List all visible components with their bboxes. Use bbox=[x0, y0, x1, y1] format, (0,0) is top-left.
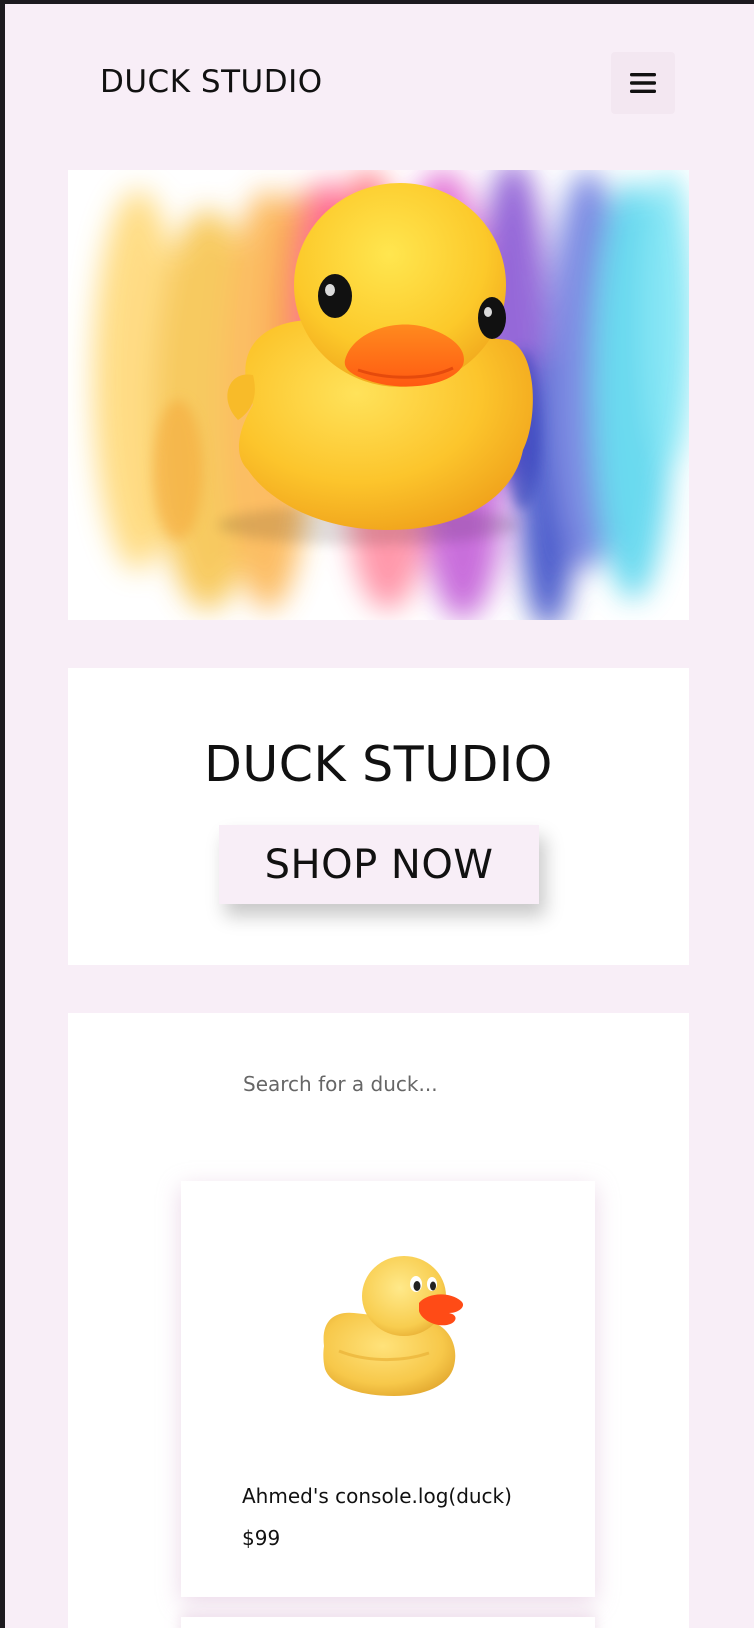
banner-card: DUCK STUDIO SHOP NOW bbox=[68, 668, 689, 965]
products-section: Ahmed's console.log(duck) $99 bbox=[68, 1013, 689, 1628]
rubber-duck-product-image bbox=[323, 1256, 464, 1396]
hero-duck-image bbox=[68, 170, 689, 620]
search-input[interactable] bbox=[243, 1063, 543, 1105]
product-price: $99 bbox=[242, 1526, 281, 1550]
hero-image-card bbox=[68, 170, 689, 620]
app-viewport: DUCK STUDIO DUCK STUDIO SHOP NOW Search … bbox=[5, 4, 754, 1628]
hamburger-menu-icon bbox=[630, 73, 656, 93]
shop-now-button[interactable]: SHOP NOW bbox=[219, 825, 539, 904]
product-card[interactable] bbox=[181, 1617, 595, 1628]
product-name: Ahmed's console.log(duck) bbox=[242, 1484, 512, 1508]
banner-title: DUCK STUDIO bbox=[204, 736, 553, 793]
brand-logo-text[interactable]: DUCK STUDIO bbox=[100, 64, 323, 100]
product-card[interactable]: Ahmed's console.log(duck) $99 bbox=[181, 1181, 595, 1597]
menu-button[interactable] bbox=[611, 52, 675, 114]
